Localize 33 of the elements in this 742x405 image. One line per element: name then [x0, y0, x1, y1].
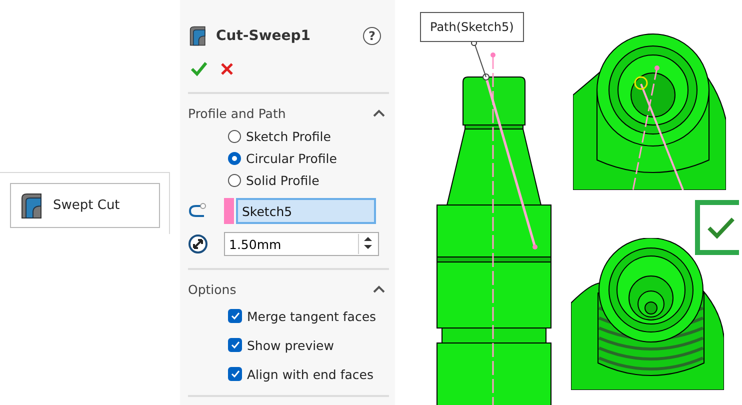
profile-radio[interactable]: Solid Profile: [228, 171, 389, 190]
profile-radio[interactable]: Circular Profile: [228, 149, 389, 168]
checkbox[interactable]: [228, 309, 242, 323]
collapse-icon: [373, 109, 385, 117]
up-down-arrows-icon: [362, 234, 372, 250]
option-checkbox[interactable]: Show preview: [228, 332, 389, 358]
path-icon: [188, 203, 208, 219]
profile-radio[interactable]: Sketch Profile: [228, 127, 389, 146]
path-field[interactable]: Sketch5: [236, 198, 376, 224]
swept-cut-icon: [188, 25, 208, 47]
confirm-button[interactable]: [190, 61, 208, 77]
diameter-spin-box[interactable]: 1.50mm: [224, 232, 379, 256]
help-button[interactable]: ?: [363, 27, 381, 45]
section-title: Profile and Path: [188, 106, 286, 120]
ok-button[interactable]: [695, 200, 739, 255]
cancel-button[interactable]: [220, 62, 234, 76]
section-title: Options: [188, 282, 236, 296]
path-callout: Path(Sketch5): [420, 12, 524, 42]
checkmark-icon: [230, 341, 240, 349]
checkmark-icon: [230, 312, 240, 320]
checkbox[interactable]: [228, 338, 242, 352]
collapse-icon: [373, 285, 385, 293]
radio-button[interactable]: [228, 130, 241, 143]
radio-button[interactable]: [228, 174, 241, 187]
option-checkbox[interactable]: Align with end faces: [228, 361, 389, 387]
checkbox[interactable]: [228, 367, 242, 381]
diameter-icon: [188, 234, 208, 254]
swept-cut-button[interactable]: Swept Cut: [10, 183, 160, 228]
radio-button[interactable]: [228, 152, 241, 165]
diameter-field[interactable]: 1.50mm: [225, 236, 358, 252]
checkmark-icon: [230, 370, 240, 378]
panel-title: Cut-Sweep1: [216, 28, 312, 44]
option-checkbox[interactable]: Merge tangent faces: [228, 303, 389, 329]
